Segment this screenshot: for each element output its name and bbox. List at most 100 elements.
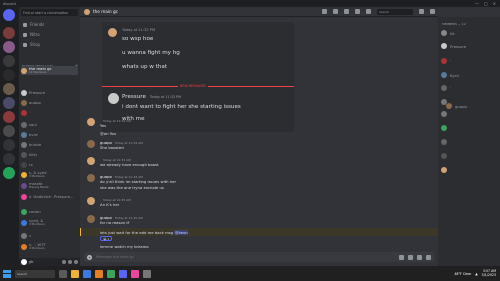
- app-icon[interactable]: [143, 269, 151, 278]
- sticker-icon[interactable]: [417, 254, 422, 260]
- member-item[interactable]: Byrd: [441, 72, 459, 78]
- conversation-search-input[interactable]: Find or start a conversation: [21, 9, 78, 16]
- video-icon[interactable]: [333, 9, 338, 14]
- dm-item[interactable]: kitty: [21, 150, 78, 159]
- member-item[interactable]: ʿ: [441, 58, 451, 64]
- message-composer[interactable]: + Message the main gc: [84, 252, 434, 262]
- reaction-pill[interactable]: 😂 1: [100, 236, 113, 241]
- mic-icon[interactable]: [62, 260, 66, 264]
- close-button[interactable]: ✕: [493, 1, 496, 6]
- server-icon[interactable]: [3, 83, 15, 95]
- headphones-icon[interactable]: [68, 260, 72, 264]
- dm-item[interactable]: Pressure: [21, 88, 78, 97]
- avatar[interactable]: [21, 259, 27, 265]
- dm-name: y: [29, 233, 32, 238]
- new-messages-label: NEW MESSAGES: [178, 84, 209, 88]
- dm-item[interactable]: byrd: [21, 130, 78, 139]
- dm-item[interactable]: guapo: [21, 98, 78, 107]
- explore-icon[interactable]: [3, 153, 15, 165]
- dm-item[interactable]: saul: [21, 120, 78, 129]
- channel-name[interactable]: the main gc: [93, 9, 118, 14]
- shop-icon: [23, 42, 27, 47]
- server-icon[interactable]: [3, 125, 15, 137]
- weather-text[interactable]: 48°F Clear: [454, 272, 471, 276]
- avatar[interactable]: [87, 197, 95, 205]
- header-search-input[interactable]: Search: [377, 8, 413, 15]
- nav-friends[interactable]: Friends: [21, 21, 78, 28]
- gif-icon[interactable]: [408, 254, 413, 260]
- inbox-icon[interactable]: [419, 9, 424, 14]
- app-icon[interactable]: [107, 269, 115, 278]
- dm-name: saul: [29, 122, 37, 127]
- dm-item[interactable]: rx: [21, 160, 78, 169]
- attach-plus-icon[interactable]: +: [87, 254, 92, 260]
- member-name: Pressure: [450, 43, 467, 49]
- add-server-icon[interactable]: [3, 139, 15, 151]
- dm-item[interactable]: s, & syed 3 Members: [21, 170, 78, 179]
- avatar[interactable]: [87, 215, 95, 223]
- nitro-icon: [23, 32, 27, 37]
- app-icon[interactable]: [131, 269, 139, 278]
- home-icon[interactable]: [3, 9, 15, 21]
- dm-item[interactable]: cgnan: [21, 207, 78, 216]
- avatar[interactable]: [87, 174, 95, 182]
- avatar[interactable]: [87, 118, 95, 126]
- dm-item[interactable]: n, ʿ, WTF 4 Members: [21, 242, 78, 251]
- taskbar-search-input[interactable]: Search: [15, 269, 55, 278]
- dm-item[interactable]: burbie: [21, 140, 78, 149]
- minimize-button[interactable]: —: [475, 1, 479, 6]
- gear-icon[interactable]: [74, 260, 78, 264]
- avatar[interactable]: [87, 140, 95, 148]
- windows-start-icon[interactable]: [3, 269, 11, 278]
- server-icon[interactable]: [3, 27, 15, 39]
- member-item[interactable]: [441, 167, 450, 173]
- member-item[interactable]: [441, 125, 450, 131]
- member-item[interactable]: Pressure: [441, 43, 466, 49]
- server-icon[interactable]: [3, 41, 15, 53]
- server-icon[interactable]: [3, 111, 15, 123]
- nav-shop[interactable]: Shop: [21, 41, 78, 48]
- download-icon[interactable]: [3, 167, 15, 179]
- add-member-icon[interactable]: [355, 9, 360, 14]
- wifi-icon[interactable]: ▲: [475, 272, 477, 276]
- avatar: [441, 111, 447, 117]
- member-name: ʿ: [450, 85, 452, 91]
- user-mention[interactable]: @keon: [174, 229, 189, 235]
- members-icon[interactable]: [366, 9, 371, 14]
- app-icon[interactable]: [95, 269, 103, 278]
- pin-icon[interactable]: [344, 9, 349, 14]
- server-icon[interactable]: [3, 69, 15, 81]
- dm-item[interactable]: jj, Hadiiytch, Pressure...: [21, 192, 78, 201]
- server-icon[interactable]: [3, 55, 15, 67]
- file-explorer-icon[interactable]: [71, 269, 79, 278]
- composer-placeholder[interactable]: Message the main gc: [96, 255, 134, 259]
- dm-item[interactable]: syed, & 3 Members: [21, 218, 78, 227]
- task-view-icon[interactable]: [59, 269, 67, 278]
- help-icon[interactable]: [430, 9, 435, 14]
- avatar: [21, 141, 27, 148]
- discord-icon[interactable]: [119, 269, 127, 278]
- avatar[interactable]: [87, 157, 95, 165]
- message-text: do y'all think im starting issues with h…: [100, 179, 177, 184]
- member-item[interactable]: lilt: [441, 30, 455, 36]
- emoji-icon[interactable]: [426, 254, 431, 260]
- maximize-button[interactable]: □: [484, 1, 488, 6]
- avatar: [21, 131, 27, 138]
- dm-item[interactable]: mraxfa Playing Medal: [21, 181, 78, 190]
- avatar: [21, 109, 27, 116]
- member-item[interactable]: [441, 111, 450, 117]
- dm-item[interactable]: y: [21, 231, 78, 240]
- member-item[interactable]: [441, 139, 450, 145]
- phone-icon[interactable]: [322, 9, 327, 14]
- member-item[interactable]: ʿ: [441, 85, 451, 91]
- dm-item[interactable]: ʿ: [21, 108, 78, 117]
- dm-sub: 3 Members: [29, 221, 45, 226]
- edge-icon[interactable]: [83, 269, 91, 278]
- gift-icon[interactable]: [399, 254, 404, 260]
- member-item[interactable]: guapo: [446, 103, 467, 109]
- taskbar-clock[interactable]: 3:57 AM 5/1/2023: [482, 269, 496, 277]
- nav-nitro[interactable]: Nitro: [21, 31, 78, 38]
- server-icon[interactable]: [3, 97, 15, 109]
- dm-item[interactable]: the main gc 12 Members: [21, 66, 78, 75]
- member-item[interactable]: [441, 153, 450, 159]
